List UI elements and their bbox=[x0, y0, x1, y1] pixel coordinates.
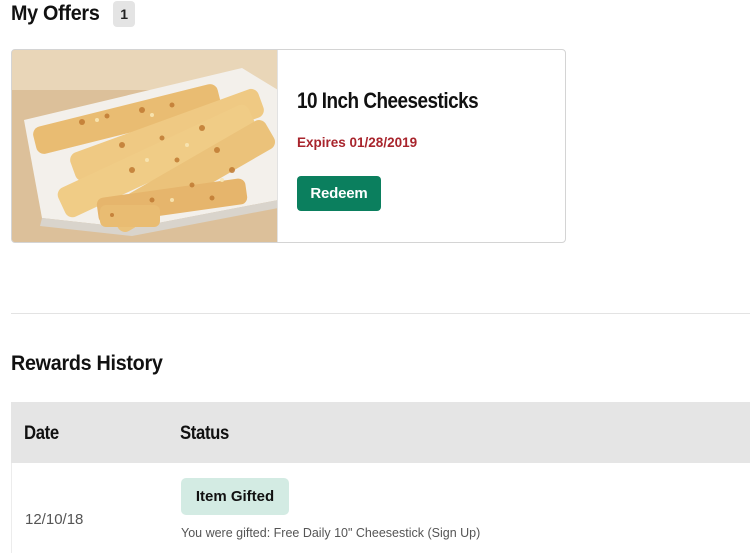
status-description: You were gifted: Free Daily 10" Cheesest… bbox=[181, 526, 481, 540]
rewards-history-title: Rewards History bbox=[11, 352, 163, 375]
section-divider bbox=[11, 313, 750, 314]
offers-title: My Offers bbox=[11, 2, 100, 25]
rewards-history-table: Date Status 12/10/18 Item Gifted You wer… bbox=[11, 402, 750, 553]
table-row: 12/10/18 Item Gifted You were gifted: Fr… bbox=[11, 463, 750, 553]
row-date: 12/10/18 bbox=[25, 511, 84, 528]
page: My Offers 1 10 Inch Cheesesticks Expires… bbox=[0, 0, 750, 553]
table-header: Date Status bbox=[11, 402, 750, 463]
offer-card: 10 Inch Cheesesticks Expires 01/28/2019 … bbox=[11, 49, 566, 243]
redeem-button[interactable]: Redeem bbox=[297, 176, 381, 211]
offer-image bbox=[12, 50, 278, 242]
offers-header: My Offers 1 bbox=[11, 1, 136, 27]
column-header-status: Status bbox=[180, 423, 229, 444]
cheesesticks-image bbox=[12, 50, 277, 242]
column-header-date: Date bbox=[24, 423, 59, 444]
offers-count-badge: 1 bbox=[113, 1, 136, 27]
offer-expiry: Expires 01/28/2019 bbox=[297, 135, 418, 150]
status-badge: Item Gifted bbox=[181, 478, 289, 515]
offer-name: 10 Inch Cheesesticks bbox=[297, 88, 479, 113]
offer-body: 10 Inch Cheesesticks Expires 01/28/2019 … bbox=[297, 50, 565, 242]
